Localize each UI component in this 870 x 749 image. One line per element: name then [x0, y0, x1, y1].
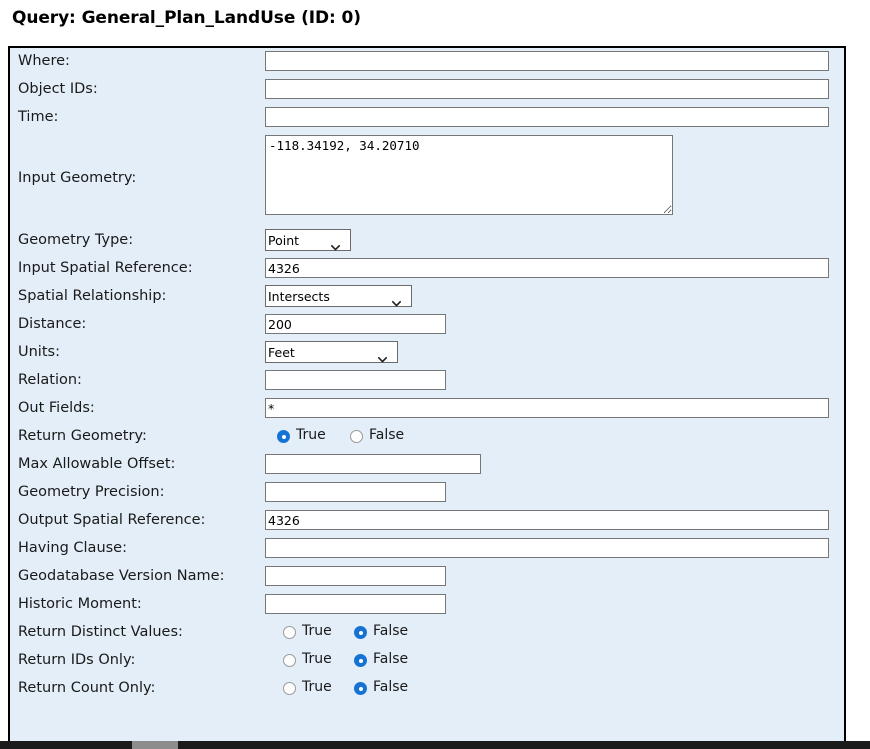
radio-dot-true[interactable] [283, 682, 296, 695]
input-geometry-textarea[interactable]: -118.34192, 34.20710 [265, 135, 673, 215]
form-row-return-geometry: Return Geometry: True False [10, 423, 844, 451]
radio-label-true: True [302, 651, 332, 667]
radio-dot-false[interactable] [354, 654, 367, 667]
form-row-geometry-type: Geometry Type: PointMultipointPolylinePol… [10, 227, 844, 255]
form-row-output-spatial-reference: Output Spatial Reference: [10, 507, 844, 535]
radio-label-false: False [369, 427, 404, 443]
label-return-distinct-values: Return Distinct Values: [18, 624, 183, 640]
form-row-max-allowable-offset: Max Allowable Offset: [10, 451, 844, 479]
label-units: Units: [18, 344, 60, 360]
form-row-return-ids-only: Return IDs Only: True False [10, 647, 844, 675]
form-row-units: Units: FeetMilesMetersKilometersNautical … [10, 339, 844, 367]
label-geometry-precision: Geometry Precision: [18, 484, 165, 500]
label-spatial-relationship: Spatial Relationship: [18, 288, 166, 304]
relation-input[interactable] [265, 370, 446, 390]
label-output-spatial-reference: Output Spatial Reference: [18, 512, 205, 528]
form-row-input-geometry: Input Geometry: -118.34192, 34.20710 [10, 132, 844, 227]
form-row-where: Where: [10, 48, 844, 76]
form-row-geometry-precision: Geometry Precision: [10, 479, 844, 507]
form-row-input-spatial-reference: Input Spatial Reference: [10, 255, 844, 283]
object-ids-input[interactable] [265, 79, 829, 99]
form-row-having-clause: Having Clause: [10, 535, 844, 563]
output-spatial-reference-input[interactable] [265, 510, 829, 530]
form-row-object-ids: Object IDs: [10, 76, 844, 104]
label-input-spatial-reference: Input Spatial Reference: [18, 260, 193, 276]
radio-dot-false[interactable] [354, 626, 367, 639]
geodatabase-version-name-input[interactable] [265, 566, 446, 586]
radio-dot-true[interactable] [283, 626, 296, 639]
radio-label-false: False [373, 623, 408, 639]
label-return-ids-only: Return IDs Only: [18, 652, 135, 668]
label-object-ids: Object IDs: [18, 81, 98, 97]
time-input[interactable] [265, 107, 829, 127]
label-relation: Relation: [18, 372, 82, 388]
units-select[interactable]: FeetMilesMetersKilometersNautical MilesY… [265, 341, 398, 363]
radio-dot-true[interactable] [277, 430, 290, 443]
geometry-precision-input[interactable] [265, 482, 446, 502]
historic-moment-input[interactable] [265, 594, 446, 614]
label-return-count-only: Return Count Only: [18, 680, 155, 696]
page-title: Query: General_Plan_LandUse (ID: 0) [12, 8, 361, 28]
spatial-relationship-select[interactable]: IntersectsContainsCrossesEnvelope Inters… [265, 285, 412, 307]
label-distance: Distance: [18, 316, 86, 332]
radio-label-false: False [373, 679, 408, 695]
radio-dot-true[interactable] [283, 654, 296, 667]
form-row-spatial-relationship: Spatial Relationship: IntersectsContainsC… [10, 283, 844, 311]
out-fields-input[interactable] [265, 398, 829, 418]
form-row-return-count-only: Return Count Only: True False [10, 675, 844, 703]
input-spatial-reference-input[interactable] [265, 258, 829, 278]
label-historic-moment: Historic Moment: [18, 596, 142, 612]
form-row-distance: Distance: [10, 311, 844, 339]
horizontal-scrollbar-thumb[interactable] [132, 741, 178, 749]
label-where: Where: [18, 53, 70, 69]
radio-dot-false[interactable] [354, 682, 367, 695]
label-geometry-type: Geometry Type: [18, 232, 133, 248]
label-input-geometry: Input Geometry: [18, 170, 136, 186]
radio-label-true: True [296, 427, 326, 443]
label-max-allowable-offset: Max Allowable Offset: [18, 456, 175, 472]
label-time: Time: [18, 109, 58, 125]
form-row-return-distinct-values: Return Distinct Values: True False [10, 619, 844, 647]
form-row-time: Time: [10, 104, 844, 132]
radio-dot-false[interactable] [350, 430, 363, 443]
geometry-type-select[interactable]: PointMultipointPolylinePolygonEnvelope [265, 229, 351, 251]
label-return-geometry: Return Geometry: [18, 428, 147, 444]
form-row-historic-moment: Historic Moment: [10, 591, 844, 619]
query-form-panel: Where: Object IDs: Time: Input Geometry: -11… [8, 46, 846, 743]
radio-label-true: True [302, 623, 332, 639]
max-allowable-offset-input[interactable] [265, 454, 481, 474]
radio-label-true: True [302, 679, 332, 695]
radio-label-false: False [373, 651, 408, 667]
label-geodatabase-version-name: Geodatabase Version Name: [18, 568, 224, 584]
form-row-out-fields: Out Fields: [10, 395, 844, 423]
horizontal-scrollbar[interactable] [0, 741, 870, 749]
query-form: Where: Object IDs: Time: Input Geometry: -11… [10, 48, 844, 703]
label-out-fields: Out Fields: [18, 400, 95, 416]
form-row-geodatabase-version-name: Geodatabase Version Name: [10, 563, 844, 591]
form-row-relation: Relation: [10, 367, 844, 395]
having-clause-input[interactable] [265, 538, 829, 558]
label-having-clause: Having Clause: [18, 540, 127, 556]
where-input[interactable] [265, 51, 829, 71]
distance-input[interactable] [265, 314, 446, 334]
